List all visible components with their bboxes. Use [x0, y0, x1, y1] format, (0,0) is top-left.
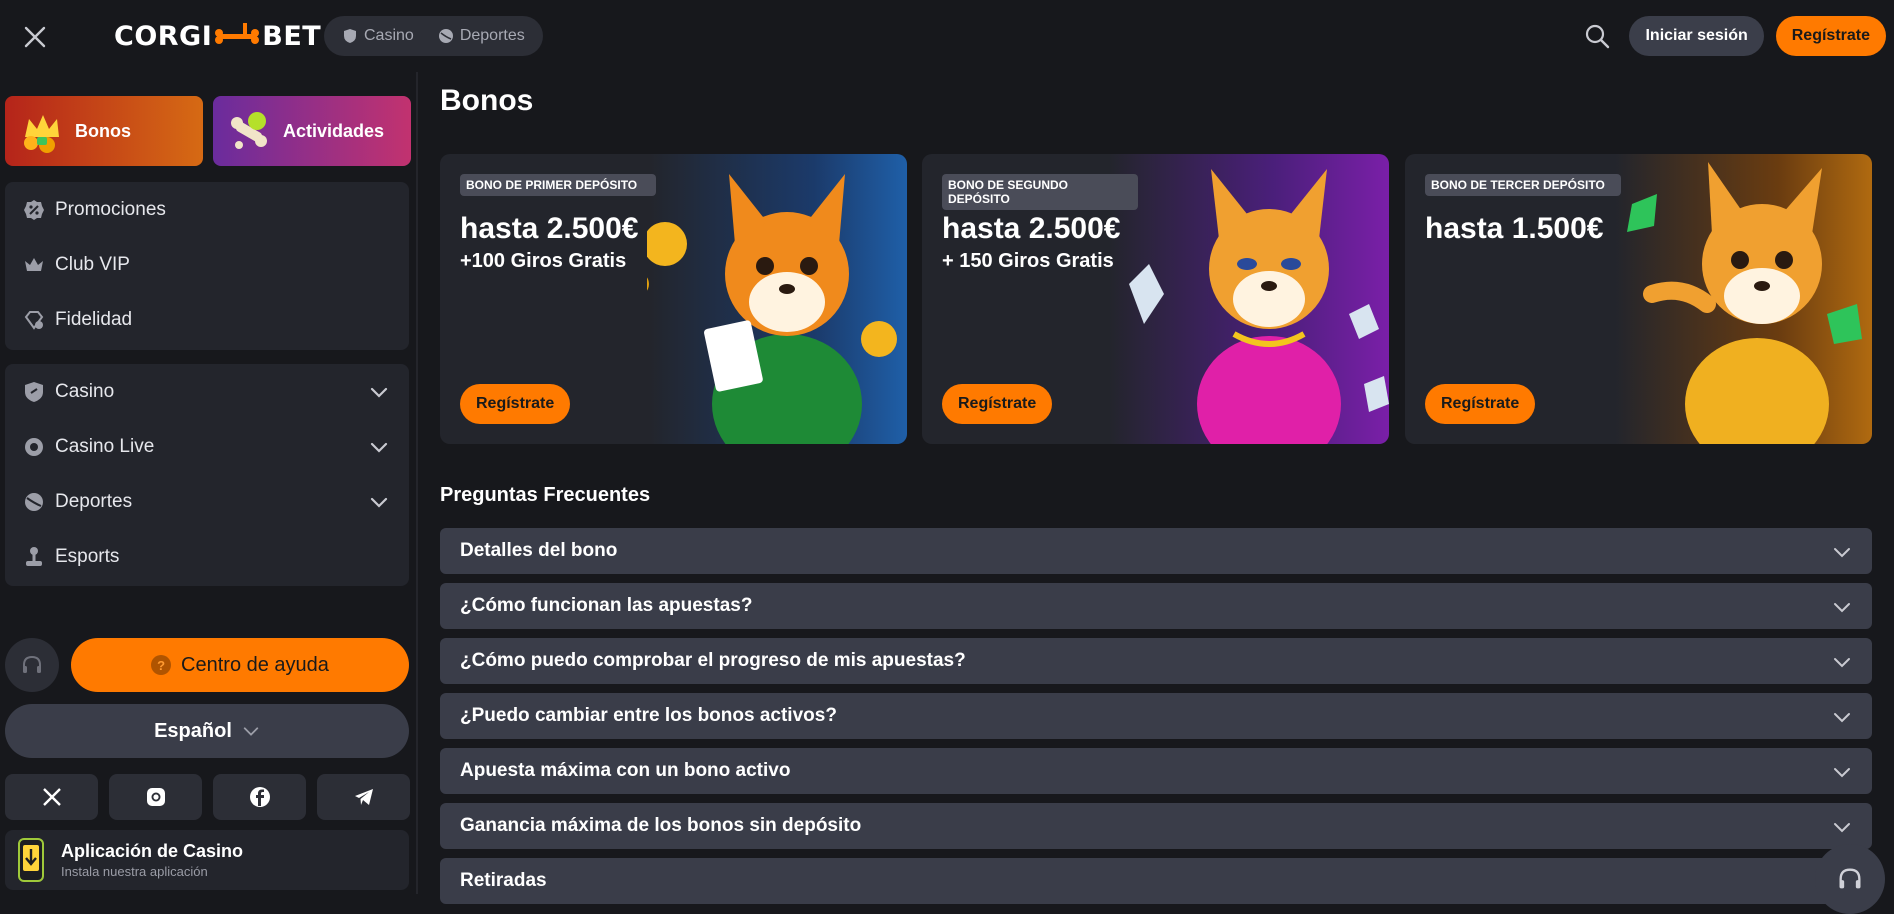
chevron-down-icon: [370, 497, 388, 508]
language-selector[interactable]: Español: [5, 704, 409, 758]
page-title: Bonos: [440, 84, 534, 117]
sidebar-menu-group-1: Promociones Club VIP Fidelidad: [5, 182, 409, 350]
faq-item[interactable]: Detalles del bono: [440, 528, 1872, 574]
header-actions: Iniciar sesión Regístrate: [1581, 16, 1886, 56]
sidebar-item-deportes[interactable]: Deportes: [5, 474, 409, 529]
casino-app-promo[interactable]: Aplicación de Casino Instala nuestra apl…: [5, 830, 409, 890]
social-facebook-button[interactable]: [213, 774, 306, 820]
social-x-button[interactable]: [5, 774, 98, 820]
top-nav: Casino Deportes: [324, 16, 543, 56]
logo-text-right: BET: [262, 20, 322, 52]
faq-item[interactable]: Retiradas: [440, 858, 1872, 904]
crown-icon: [17, 107, 65, 155]
corgi-illustration-1: [647, 174, 897, 444]
chevron-down-icon: [1834, 768, 1850, 778]
top-nav-casino[interactable]: Casino: [332, 20, 424, 52]
top-nav-deportes[interactable]: Deportes: [428, 20, 535, 52]
faq-item[interactable]: ¿Cómo funcionan las apuestas?: [440, 583, 1872, 629]
bonus-amount: hasta 2.500€: [942, 212, 1121, 245]
sidebar: Bonos Actividades Promociones Club VIP F…: [0, 72, 418, 894]
bonus-register-button[interactable]: Regístrate: [460, 384, 571, 424]
social-instagram-button[interactable]: [109, 774, 202, 820]
social-telegram-button[interactable]: [317, 774, 410, 820]
chevron-down-icon: [370, 442, 388, 453]
main-content: Bonos Bono de primer depósito hasta 2.50…: [420, 72, 1894, 904]
corgibet-logo[interactable]: CORGI BET: [114, 18, 321, 54]
login-button[interactable]: Iniciar sesión: [1629, 16, 1764, 56]
bone-logo-icon: [214, 23, 260, 45]
bonus-card-third-deposit: Bono de tercer depósito hasta 1.500€ Reg…: [1405, 154, 1872, 444]
telegram-icon: [354, 789, 373, 805]
ball-icon: [25, 492, 43, 511]
faq-item[interactable]: ¿Puedo cambiar entre los bonos activos?: [440, 693, 1872, 739]
corgi-illustration-3: [1627, 162, 1862, 444]
diamond-icon: [24, 310, 44, 330]
logo-text-left: CORGI: [114, 20, 213, 52]
sidebar-item-casino[interactable]: Casino: [5, 364, 409, 419]
bonus-badge: Bono de tercer depósito: [1425, 174, 1621, 196]
shield-icon: [25, 381, 43, 402]
sidebar-tile-bonos[interactable]: Bonos: [5, 96, 203, 166]
chevron-down-icon: [1834, 823, 1850, 833]
help-center-button[interactable]: ? Centro de ayuda: [71, 638, 409, 692]
bone-icon: [225, 107, 273, 155]
sidebar-tile-actividades[interactable]: Actividades: [213, 96, 411, 166]
chevron-down-icon: [1834, 713, 1850, 723]
crown-icon: [25, 257, 43, 271]
sidebar-item-club-vip[interactable]: Club VIP: [5, 237, 409, 292]
close-icon: [24, 26, 46, 48]
bonus-badge: Bono de segundo depósito: [942, 174, 1138, 210]
app-promo-text: Aplicación de Casino Instala nuestra apl…: [61, 841, 243, 879]
instagram-icon: [146, 788, 165, 806]
faq-item[interactable]: ¿Cómo puedo comprobar el progreso de mis…: [440, 638, 1872, 684]
register-button[interactable]: Regístrate: [1775, 16, 1886, 56]
bonus-card-first-deposit: Bono de primer depósito hasta 2.500€ +10…: [440, 154, 907, 444]
search-button[interactable]: [1581, 20, 1613, 52]
faq-item[interactable]: Ganancia máxima de los bonos sin depósit…: [440, 803, 1872, 849]
live-icon: [25, 437, 43, 456]
sidebar-item-fidelidad[interactable]: Fidelidad: [5, 292, 409, 347]
faq-title: Preguntas Frecuentes: [440, 484, 651, 506]
phone-download-icon: [18, 838, 44, 882]
faq-item[interactable]: Apuesta máxima con un bono activo: [440, 748, 1872, 794]
bonus-spins: +100 Giros Gratis: [460, 250, 627, 272]
sidebar-hero-tiles: Bonos Actividades: [5, 96, 411, 166]
bonus-amount: hasta 1.500€: [1425, 212, 1604, 245]
bonus-badge: Bono de primer depósito: [460, 174, 656, 196]
sidebar-item-promociones[interactable]: Promociones: [5, 182, 409, 237]
chevron-down-icon: [243, 727, 259, 736]
sidebar-menu-group-2: Casino Casino Live Deportes Esports: [5, 364, 409, 586]
chevron-down-icon: [1834, 603, 1850, 613]
shield-icon: [344, 29, 356, 43]
chevron-down-icon: [370, 387, 388, 398]
ball-icon: [438, 29, 453, 43]
chevron-down-icon: [1834, 548, 1850, 558]
close-menu-button[interactable]: [18, 22, 52, 52]
sidebar-item-esports[interactable]: Esports: [5, 529, 409, 584]
support-button[interactable]: [5, 638, 59, 692]
x-icon: [42, 788, 61, 806]
bonus-card-second-deposit: Bono de segundo depósito hasta 2.500€ + …: [922, 154, 1389, 444]
bonus-amount: hasta 2.500€: [460, 212, 639, 245]
floating-support-button[interactable]: [1815, 844, 1885, 914]
headset-icon: [1839, 868, 1861, 889]
top-bar: CORGI BET Casino Deportes Iniciar sesión…: [0, 0, 1894, 72]
sidebar-item-casino-live[interactable]: Casino Live: [5, 419, 409, 474]
question-icon: ?: [151, 655, 172, 675]
social-links: [5, 774, 410, 820]
search-icon: [1586, 24, 1610, 49]
facebook-icon: [249, 787, 270, 807]
chevron-down-icon: [1834, 658, 1850, 668]
joystick-icon: [26, 546, 42, 566]
headset-icon: [23, 655, 41, 673]
app-promo-title: Aplicación de Casino: [61, 841, 244, 861]
percent-badge-icon: [24, 199, 44, 220]
bonus-spins: + 150 Giros Gratis: [942, 250, 1114, 272]
corgi-illustration-2: [1129, 169, 1389, 444]
help-row: ? Centro de ayuda: [5, 638, 409, 692]
bonus-register-button[interactable]: Regístrate: [942, 384, 1053, 424]
app-promo-subtitle: Instala nuestra aplicación: [61, 864, 208, 879]
bonus-register-button[interactable]: Regístrate: [1425, 384, 1536, 424]
